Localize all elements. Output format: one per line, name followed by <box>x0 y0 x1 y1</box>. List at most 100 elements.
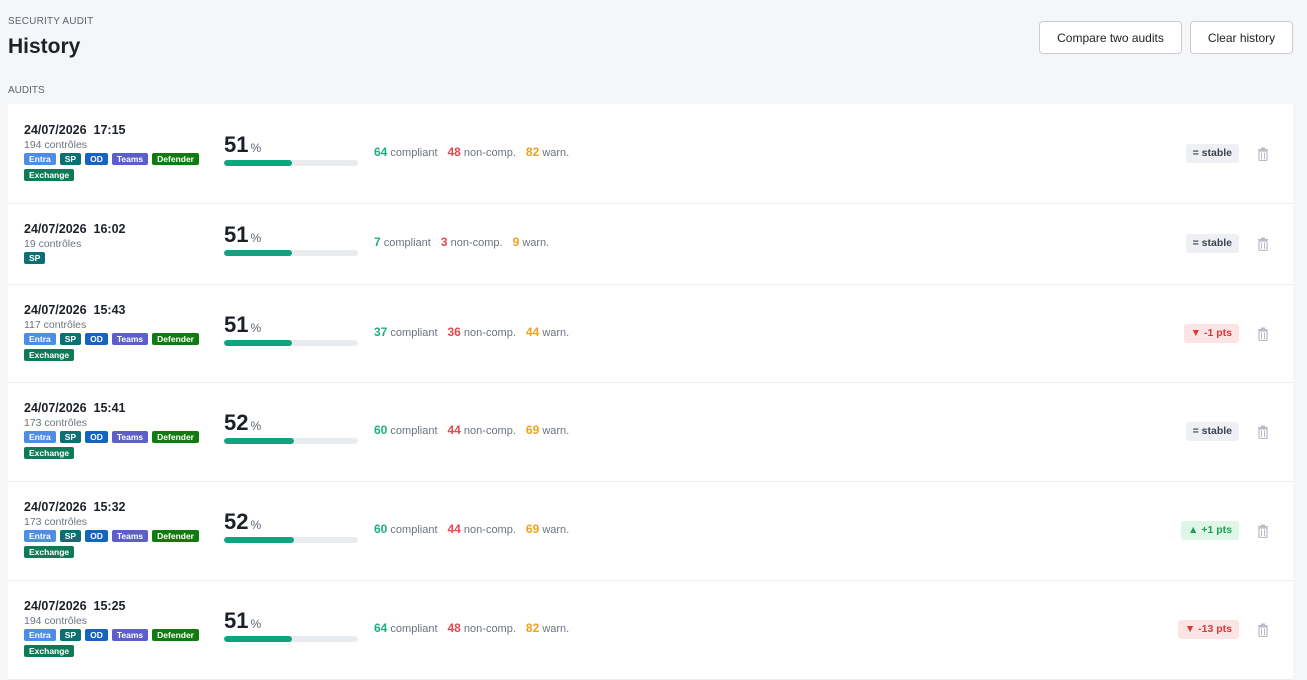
audit-date: 24/07/2026 15:43 <box>24 303 126 317</box>
audit-date: 24/07/2026 15:41 <box>24 401 126 415</box>
tag-defender: Defender <box>152 431 199 443</box>
tag-teams: Teams <box>111 333 149 345</box>
warning-count: 82 <box>525 621 540 635</box>
warning-label: warn. <box>542 147 570 159</box>
tag-entra: Entra <box>24 629 56 641</box>
trash-icon[interactable] <box>1257 524 1269 539</box>
audit-row[interactable]: 24/07/2026 15:32 173 contrôles Entra SP OD Te… <box>8 482 1293 581</box>
trash-icon[interactable] <box>1257 147 1269 162</box>
trend-badge: = stable <box>1185 234 1239 253</box>
trend-badge: ▼ -13 pts <box>1177 620 1239 639</box>
noncompliant-label: non-comp. <box>463 623 516 635</box>
score-percent-sign: % <box>250 518 262 532</box>
compare-audits-button[interactable]: Compare two audits <box>1039 21 1182 54</box>
compliant-count: 60 <box>374 522 388 536</box>
noncompliant-count: 48 <box>447 621 461 635</box>
warning-count: 69 <box>525 522 540 536</box>
tag-exchange: Exchange <box>24 349 75 361</box>
audit-row[interactable]: 24/07/2026 15:41 173 contrôles Entra SP OD Te… <box>8 383 1293 482</box>
trash-icon[interactable] <box>1257 425 1269 440</box>
audit-row[interactable]: 24/07/2026 16:02 19 contrôles SP 51% 7 compl… <box>8 204 1293 285</box>
score-value: 51 <box>224 312 249 337</box>
score-percent-sign: % <box>250 419 262 433</box>
trash-icon[interactable] <box>1257 623 1269 638</box>
audit-tags: Entra SP OD Teams Defender Exchange <box>24 530 214 558</box>
score-value: 52 <box>224 509 249 534</box>
score-value: 52 <box>224 410 249 435</box>
audit-row[interactable]: 24/07/2026 15:43 117 contrôles Entra SP OD Te… <box>8 285 1293 383</box>
audit-score: 51% <box>224 312 261 338</box>
audit-stats: 64 compliant 48 non-comp. 82 warn. <box>374 621 569 635</box>
tag-teams: Teams <box>111 629 149 641</box>
compliant-count: 60 <box>374 423 388 437</box>
score-value: 51 <box>224 608 249 633</box>
tag-exchange: Exchange <box>24 546 75 558</box>
warning-label: warn. <box>542 327 570 339</box>
audit-stats: 64 compliant 48 non-comp. 82 warn. <box>374 145 569 159</box>
score-progress-fill <box>224 160 293 166</box>
warning-count: 69 <box>525 423 540 437</box>
noncompliant-count: 44 <box>447 423 461 437</box>
score-progress-fill <box>224 636 293 642</box>
tag-defender: Defender <box>152 530 199 542</box>
noncompliant-count: 3 <box>440 235 448 249</box>
score-value: 51 <box>224 132 249 157</box>
tag-exchange: Exchange <box>24 169 75 181</box>
audit-controls-count: 117 contrôles <box>24 319 87 331</box>
clear-history-button[interactable]: Clear history <box>1190 21 1293 54</box>
warning-count: 82 <box>525 145 540 159</box>
audit-stats: 60 compliant 44 non-comp. 69 warn. <box>374 522 569 536</box>
tag-exchange: Exchange <box>24 447 75 459</box>
tag-teams: Teams <box>111 153 149 165</box>
tag-sp: SP <box>59 153 82 165</box>
warning-count: 9 <box>512 235 520 249</box>
noncompliant-count: 44 <box>447 522 461 536</box>
audit-list: 24/07/2026 17:15 194 contrôles Entra SP OD Te… <box>8 104 1293 680</box>
tag-defender: Defender <box>152 333 199 345</box>
audit-score: 51% <box>224 222 261 248</box>
compliant-label: compliant <box>383 237 431 249</box>
page-eyebrow: SECURITY AUDIT <box>8 16 94 27</box>
page-title: History <box>8 35 81 58</box>
audit-tags: Entra SP OD Teams Defender Exchange <box>24 333 214 361</box>
score-percent-sign: % <box>250 141 262 155</box>
tag-defender: Defender <box>152 629 199 641</box>
section-label-audits: AUDITS <box>8 85 45 96</box>
tag-entra: Entra <box>24 431 56 443</box>
audit-score: 51% <box>224 608 261 634</box>
audit-date: 24/07/2026 15:32 <box>24 500 126 514</box>
trash-icon[interactable] <box>1257 237 1269 252</box>
audit-row[interactable]: 24/07/2026 17:15 194 contrôles Entra SP OD Te… <box>8 104 1293 204</box>
noncompliant-count: 36 <box>447 325 461 339</box>
audit-row[interactable]: 24/07/2026 15:25 194 contrôles Entra SP OD Te… <box>8 581 1293 680</box>
score-progress-bar <box>224 340 358 346</box>
noncompliant-label: non-comp. <box>463 425 516 437</box>
tag-entra: Entra <box>24 530 56 542</box>
compliant-label: compliant <box>390 524 438 536</box>
noncompliant-label: non-comp. <box>450 237 503 249</box>
score-percent-sign: % <box>250 321 262 335</box>
score-percent-sign: % <box>250 231 262 245</box>
audit-stats: 60 compliant 44 non-comp. 69 warn. <box>374 423 569 437</box>
compliant-count: 37 <box>374 325 388 339</box>
audit-date: 24/07/2026 17:15 <box>24 123 126 137</box>
warning-count: 44 <box>525 325 540 339</box>
warning-label: warn. <box>542 623 570 635</box>
score-progress-fill <box>224 537 294 543</box>
compliant-label: compliant <box>390 327 438 339</box>
audit-controls-count: 173 contrôles <box>24 417 88 429</box>
tag-entra: Entra <box>24 153 56 165</box>
warning-label: warn. <box>542 425 570 437</box>
score-progress-fill <box>224 438 294 444</box>
warning-label: warn. <box>542 524 570 536</box>
tag-od: OD <box>85 153 108 165</box>
audit-score: 52% <box>224 509 261 535</box>
audit-date: 24/07/2026 16:02 <box>24 222 126 236</box>
audit-tags: SP <box>24 252 214 264</box>
audit-controls-count: 19 contrôles <box>24 238 82 250</box>
score-value: 51 <box>224 222 249 247</box>
score-progress-fill <box>224 340 293 346</box>
trash-icon[interactable] <box>1257 327 1269 342</box>
audit-score: 51% <box>224 132 261 158</box>
audit-tags: Entra SP OD Teams Defender Exchange <box>24 431 214 459</box>
